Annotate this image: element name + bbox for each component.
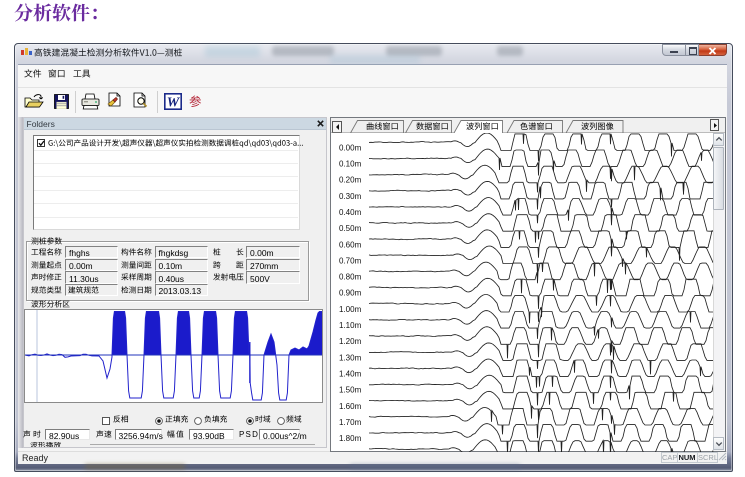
svg-text:0.00m: 0.00m xyxy=(339,143,362,152)
svg-text:0.20m: 0.20m xyxy=(339,175,362,184)
svg-text:0.40m: 0.40m xyxy=(339,208,362,217)
svg-text:1.70m: 1.70m xyxy=(339,417,362,426)
svg-text:0.90m: 0.90m xyxy=(339,288,362,297)
svg-text:1.20m: 1.20m xyxy=(339,337,362,346)
svg-text:1.00m: 1.00m xyxy=(339,304,362,313)
svg-text:0.10m: 0.10m xyxy=(339,159,362,168)
svg-text:1.60m: 1.60m xyxy=(339,401,362,410)
svg-text:1.10m: 1.10m xyxy=(339,321,362,330)
svg-text:0.70m: 0.70m xyxy=(339,256,362,265)
svg-text:0.50m: 0.50m xyxy=(339,224,362,233)
svg-text:0.30m: 0.30m xyxy=(339,191,362,200)
svg-text:W: W xyxy=(167,96,181,111)
svg-text:0.60m: 0.60m xyxy=(339,240,362,249)
svg-text:1.30m: 1.30m xyxy=(339,353,362,362)
svg-text:1.80m: 1.80m xyxy=(339,434,362,443)
svg-text:1.40m: 1.40m xyxy=(339,369,362,378)
svg-text:0.80m: 0.80m xyxy=(339,272,362,281)
svg-text:1.50m: 1.50m xyxy=(339,385,362,394)
